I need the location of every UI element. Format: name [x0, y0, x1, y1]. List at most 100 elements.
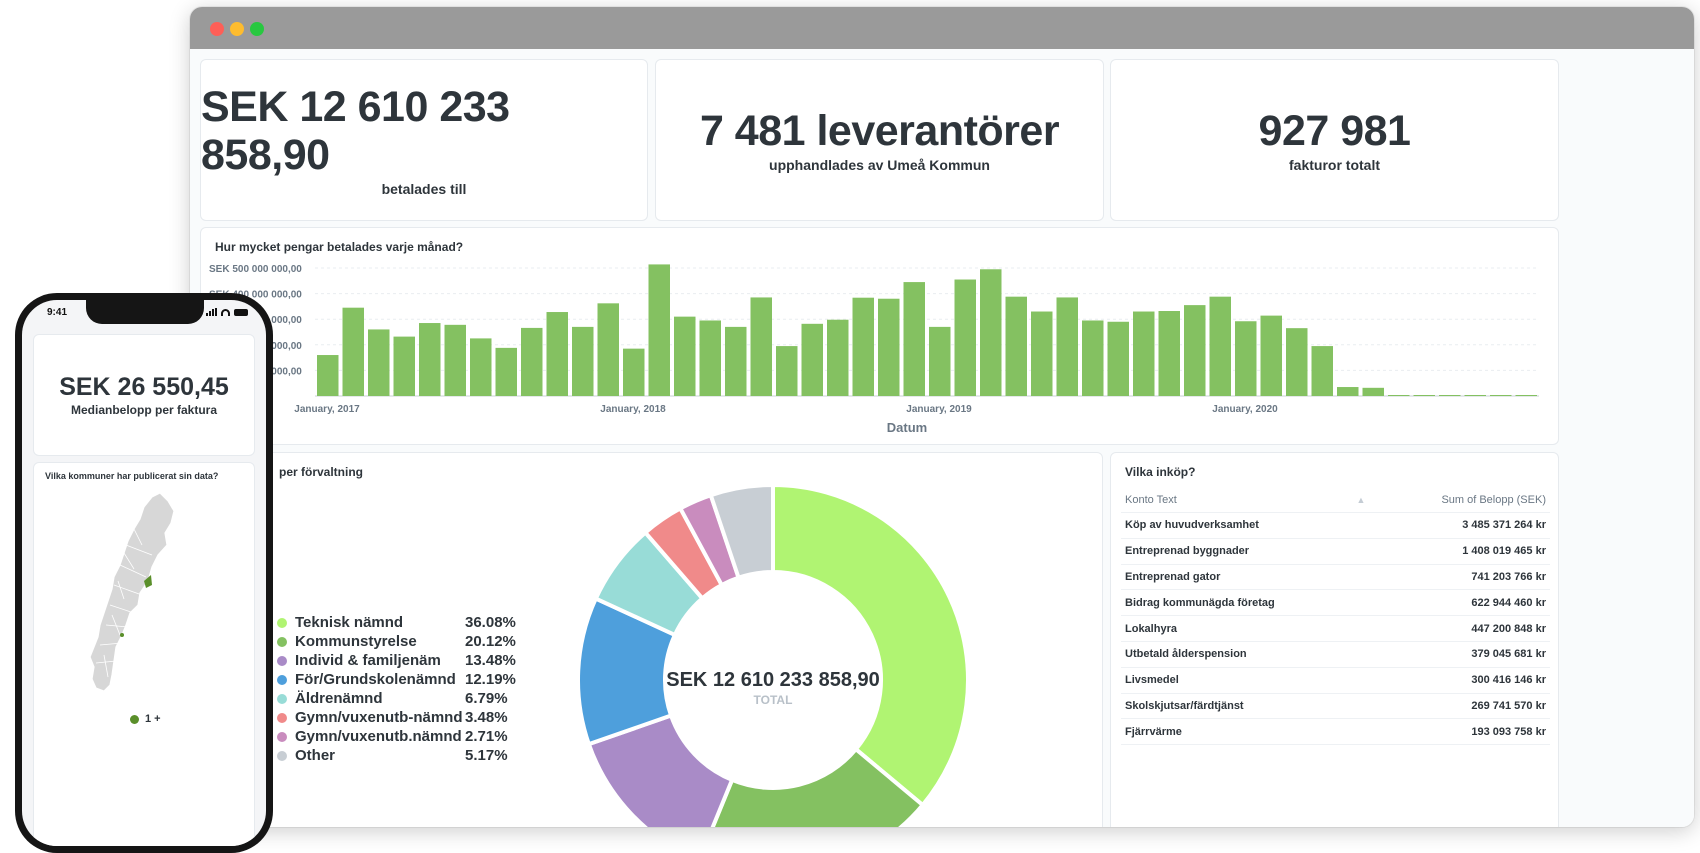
bar[interactable] [1133, 311, 1155, 396]
bar[interactable] [1337, 387, 1359, 396]
bar[interactable] [776, 346, 798, 396]
table-body: Köp av huvudverksamhet 3 485 371 264 kr En… [1121, 513, 1550, 746]
bar[interactable] [1490, 395, 1512, 396]
bar[interactable] [674, 316, 696, 396]
legend-item[interactable]: Kommunstyrelse 20.12% [277, 632, 525, 651]
bar[interactable] [572, 326, 594, 396]
bar[interactable] [419, 323, 441, 396]
bar[interactable] [878, 298, 900, 396]
phone-screen: 9:41 SEK 26 550,45 Medianbelopp per fakt… [22, 300, 266, 846]
bar[interactable] [597, 303, 620, 396]
status-icons [206, 308, 248, 316]
cell-konto: Skolskjutsar/färdtjänst [1125, 699, 1244, 712]
table-title: Vilka inköp? [1125, 465, 1196, 479]
bar[interactable] [1056, 297, 1079, 396]
bar[interactable] [725, 326, 747, 396]
bar[interactable] [1311, 346, 1334, 396]
cell-konto: Lokalhyra [1125, 622, 1177, 635]
cell-belopp: 269 741 570 kr [1471, 699, 1546, 712]
table-row[interactable]: Entreprenad byggnader 1 408 019 465 kr [1121, 539, 1550, 565]
bar[interactable] [1439, 395, 1461, 396]
kpi-card-suppliers[interactable]: 7 481 leverantörer upphandlades av Umeå … [655, 59, 1104, 221]
bar[interactable] [1031, 311, 1053, 396]
bar[interactable] [980, 269, 1002, 396]
table-header: Konto Text ▲ Sum of Belopp (SEK) [1121, 487, 1550, 513]
table-row[interactable]: Livsmedel 300 416 146 kr [1121, 668, 1550, 694]
phone-notch [86, 300, 204, 324]
maximize-window-button[interactable] [250, 22, 264, 36]
bar[interactable] [444, 324, 467, 396]
kpi-caption: fakturor totalt [1289, 157, 1380, 173]
bar[interactable] [546, 312, 569, 396]
bar[interactable] [1107, 321, 1130, 396]
bar[interactable] [1515, 395, 1538, 396]
table-row[interactable]: Utbetald ålderspension 379 045 681 kr [1121, 642, 1550, 668]
minimize-window-button[interactable] [230, 22, 244, 36]
table-row[interactable]: Lokalhyra 447 200 848 kr [1121, 616, 1550, 642]
bar[interactable] [1082, 320, 1104, 396]
legend-item[interactable]: Teknisk nämnd 36.08% [277, 613, 525, 632]
table-row[interactable]: Entreprenad gator 741 203 766 kr [1121, 565, 1550, 591]
sweden-map[interactable] [34, 485, 256, 730]
kpi-card-invoices[interactable]: 927 981 fakturor totalt [1110, 59, 1559, 221]
bar[interactable] [954, 279, 977, 396]
bar[interactable] [470, 338, 492, 396]
phone-kpi-card[interactable]: SEK 26 550,45 Medianbelopp per faktura [33, 334, 255, 456]
bar[interactable] [1235, 321, 1257, 396]
table-row[interactable]: Bidrag kommunägda företag 622 944 460 kr [1121, 590, 1550, 617]
bar[interactable] [495, 347, 518, 396]
phone-map-card: Vilka kommuner har publicerat sin data? … [33, 462, 255, 846]
bar[interactable] [1184, 305, 1206, 396]
legend-label: Teknisk nämnd [295, 614, 404, 631]
bar[interactable] [929, 326, 951, 396]
bar[interactable] [852, 297, 875, 396]
bar[interactable] [1209, 296, 1232, 396]
bar[interactable] [648, 264, 671, 396]
table-row[interactable]: Fjärrvärme 193 093 758 kr [1121, 719, 1550, 746]
cell-konto: Livsmedel [1125, 674, 1179, 687]
bar[interactable] [1005, 296, 1028, 396]
legend-item[interactable]: Other 5.17% [277, 746, 525, 765]
legend-item[interactable]: Individ & familjenäm 13.48% [277, 651, 525, 670]
column-header-konto[interactable]: Konto Text [1125, 494, 1177, 506]
legend-label: Gymn/vuxenutb.nämnd [295, 728, 462, 745]
bar[interactable] [1260, 315, 1283, 396]
bar[interactable] [750, 297, 773, 396]
bar[interactable] [393, 336, 416, 396]
bar[interactable] [1413, 395, 1436, 396]
donut-slice[interactable] [771, 482, 970, 808]
bar[interactable] [827, 319, 849, 396]
kpi-card-total-paid[interactable]: SEK 12 610 233 858,90 betalades till [200, 59, 648, 221]
bar[interactable] [521, 327, 543, 396]
legend-dot-icon [277, 693, 287, 704]
spend-by-department-card: per förvaltning SEK 12 610 233 858,90 TOT… [200, 452, 1103, 827]
column-header-belopp[interactable]: ▲ Sum of Belopp (SEK) [1357, 494, 1546, 506]
bar[interactable] [623, 348, 645, 396]
bar[interactable] [1158, 311, 1181, 396]
bar[interactable] [1286, 328, 1308, 396]
bar[interactable] [801, 323, 824, 396]
bar[interactable] [342, 307, 365, 396]
legend-percent: 6.79% [465, 690, 508, 707]
legend-label: Individ & familjenäm [295, 652, 441, 669]
legend-label: Äldrenämnd [295, 690, 383, 707]
table-row[interactable]: Köp av huvudverksamhet 3 485 371 264 kr [1121, 513, 1550, 539]
bar[interactable] [317, 355, 339, 396]
monthly-payments-chart-card: Hur mycket pengar betalades varje månad?… [200, 227, 1559, 445]
legend-item[interactable]: Gymn/vuxenutb-nämnd 3.48% [277, 708, 525, 727]
wifi-icon [221, 308, 230, 316]
legend-item[interactable]: För/Grundskolenämnd 12.19% [277, 670, 525, 689]
bar[interactable] [1464, 395, 1487, 396]
legend-percent: 3.48% [465, 709, 508, 726]
close-window-button[interactable] [210, 22, 224, 36]
bar[interactable] [903, 282, 926, 396]
bar[interactable] [368, 329, 390, 396]
legend-item[interactable]: Äldrenämnd 6.79% [277, 689, 525, 708]
bar[interactable] [1362, 387, 1385, 396]
table-row[interactable]: Skolskjutsar/färdtjänst 269 741 570 kr [1121, 694, 1550, 720]
map-highlight-small [120, 633, 124, 637]
bar[interactable] [699, 320, 722, 396]
bar[interactable] [1388, 395, 1410, 396]
cell-konto: Köp av huvudverksamhet [1125, 519, 1259, 532]
legend-item[interactable]: Gymn/vuxenutb.nämnd 2.71% [277, 727, 525, 746]
